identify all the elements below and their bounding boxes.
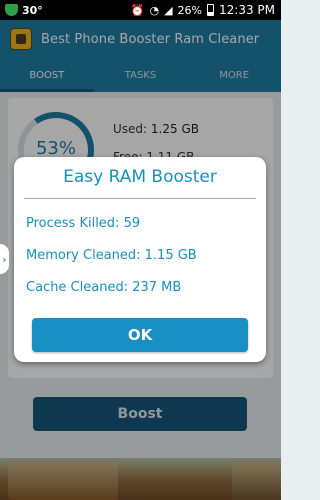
- temperature-label: 30°: [22, 3, 43, 17]
- chevron-right-icon: ›: [2, 252, 7, 266]
- signal-icon: ◢: [164, 3, 173, 17]
- side-drawer-handle[interactable]: ›: [0, 244, 9, 274]
- shield-icon: [5, 4, 18, 16]
- result-dialog: Easy RAM Booster Process Killed: 59 Memo…: [14, 157, 266, 362]
- battery-percent: 26%: [177, 3, 202, 17]
- clock: 12:33 PM: [219, 3, 275, 17]
- memory-cleaned-text: Memory Cleaned: 1.15 GB: [26, 248, 197, 263]
- alarm-icon: ⏰: [130, 3, 145, 17]
- battery-icon: [207, 4, 214, 16]
- ok-button[interactable]: OK: [32, 318, 248, 352]
- status-bar: 30° ⏰ ◔ ◢ 26% 12:33 PM: [0, 0, 281, 20]
- cache-cleaned-text: Cache Cleaned: 237 MB: [26, 280, 182, 295]
- process-killed-text: Process Killed: 59: [26, 216, 141, 231]
- dialog-title: Easy RAM Booster: [63, 167, 217, 187]
- wifi-icon: ◔: [149, 3, 160, 17]
- dialog-divider: [24, 198, 256, 199]
